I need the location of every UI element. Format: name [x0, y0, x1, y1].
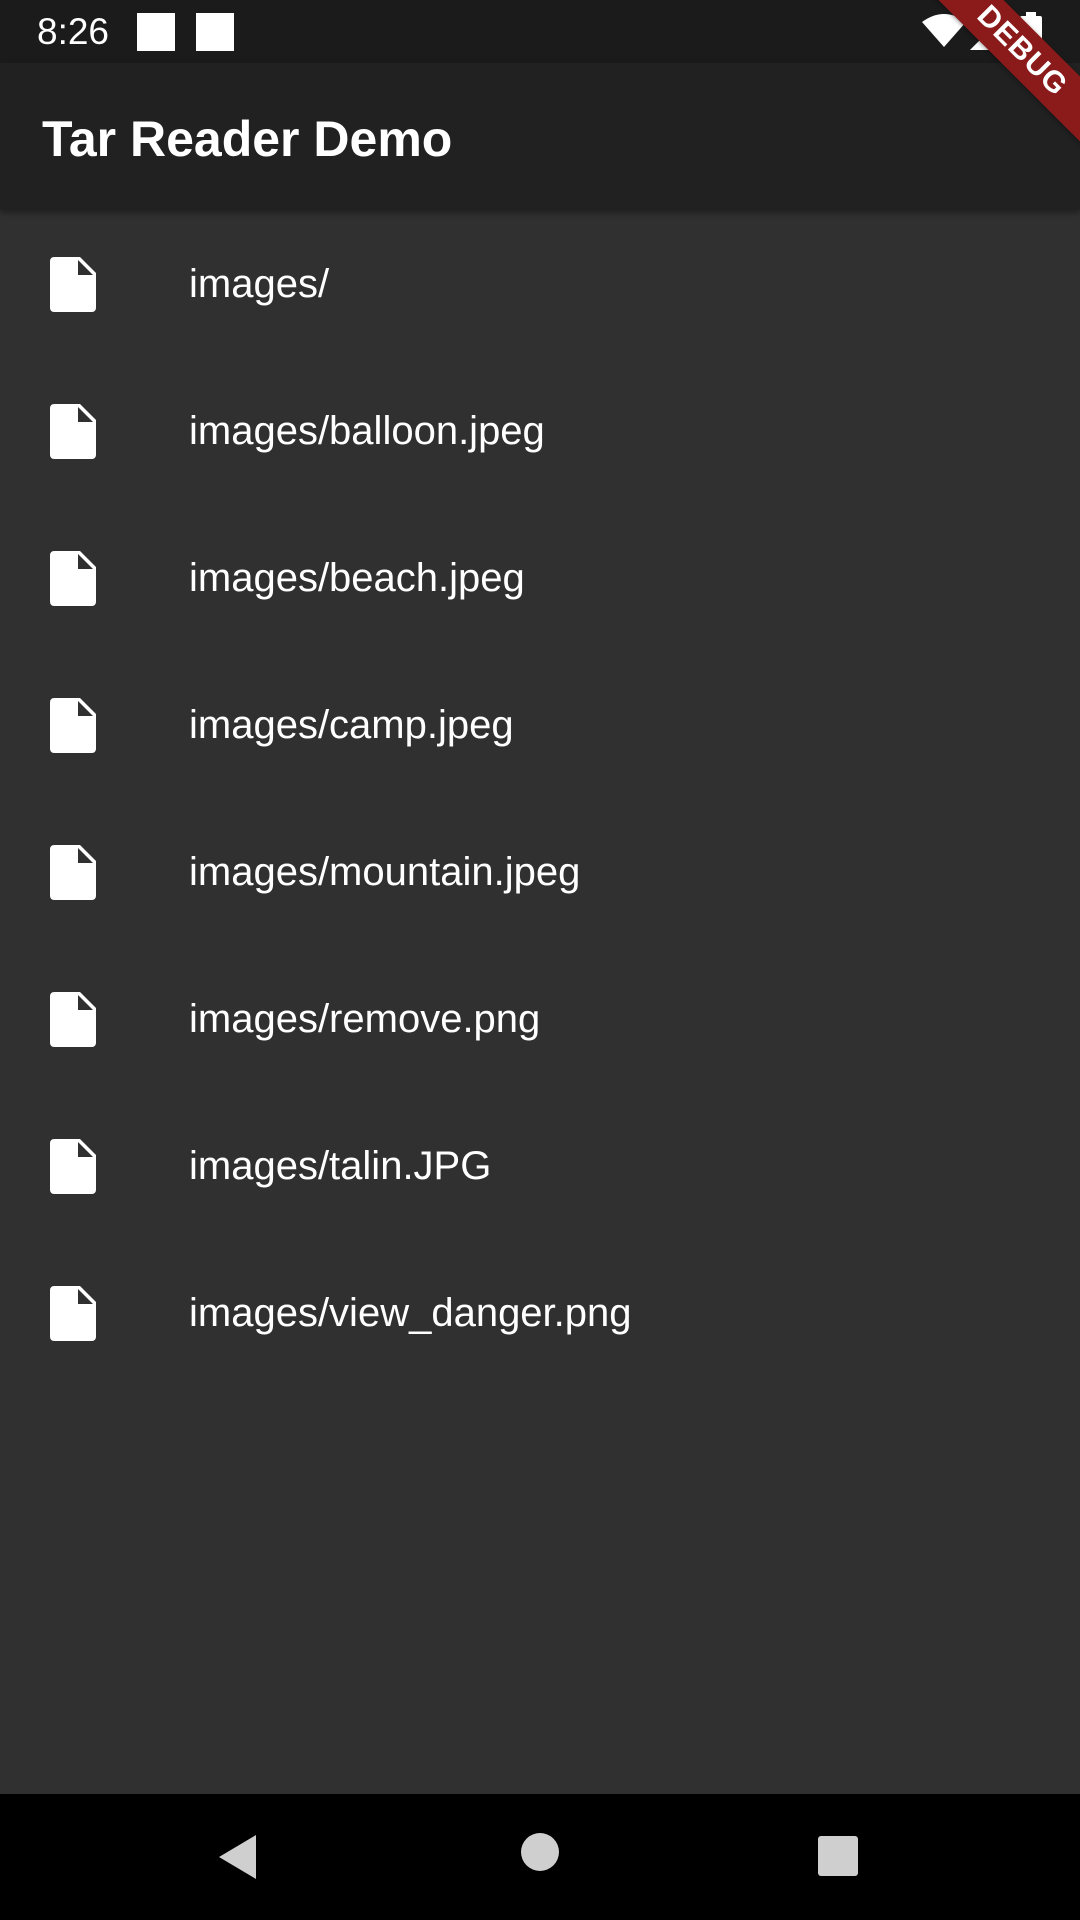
file-name: images/beach.jpeg — [189, 556, 525, 600]
app-bar: Tar Reader Demo — [0, 63, 1080, 210]
list-item[interactable]: images/remove.png — [0, 945, 1080, 1092]
list-item[interactable]: images/beach.jpeg — [0, 504, 1080, 651]
file-list: images/ images/balloon.jpeg images/beach… — [0, 210, 1080, 1386]
status-bar: 8:26 — [0, 0, 1080, 63]
list-item[interactable]: images/view_danger.png — [0, 1239, 1080, 1386]
back-icon[interactable] — [216, 1832, 260, 1882]
list-item[interactable]: images/talin.JPG — [0, 1092, 1080, 1239]
file-icon — [50, 698, 96, 753]
file-name: images/mountain.jpeg — [189, 850, 581, 894]
app-title: Tar Reader Demo — [42, 111, 453, 167]
home-icon[interactable] — [520, 1832, 560, 1872]
recents-icon[interactable] — [818, 1836, 858, 1876]
file-icon — [50, 992, 96, 1047]
file-icon — [50, 1139, 96, 1194]
file-name: images/remove.png — [189, 997, 541, 1041]
list-item[interactable]: images/balloon.jpeg — [0, 357, 1080, 504]
nav-bar — [0, 1794, 1080, 1920]
file-name: images/balloon.jpeg — [189, 409, 545, 453]
file-icon — [50, 845, 96, 900]
file-icon — [50, 1286, 96, 1341]
file-icon — [50, 257, 96, 312]
file-icon — [50, 404, 96, 459]
list-item[interactable]: images/mountain.jpeg — [0, 798, 1080, 945]
file-name: images/talin.JPG — [189, 1144, 492, 1188]
screen: 8:26 Tar Reader Demo DEBUG images/ image… — [0, 0, 1080, 1920]
list-item[interactable]: images/camp.jpeg — [0, 651, 1080, 798]
status-time: 8:26 — [37, 11, 110, 52]
list-item[interactable]: images/ — [0, 210, 1080, 357]
notification-square-icon — [137, 13, 175, 51]
file-name: images/ — [189, 262, 330, 306]
file-name: images/camp.jpeg — [189, 703, 514, 747]
notification-square-icon — [196, 13, 234, 51]
file-name: images/view_danger.png — [189, 1291, 632, 1335]
file-icon — [50, 551, 96, 606]
